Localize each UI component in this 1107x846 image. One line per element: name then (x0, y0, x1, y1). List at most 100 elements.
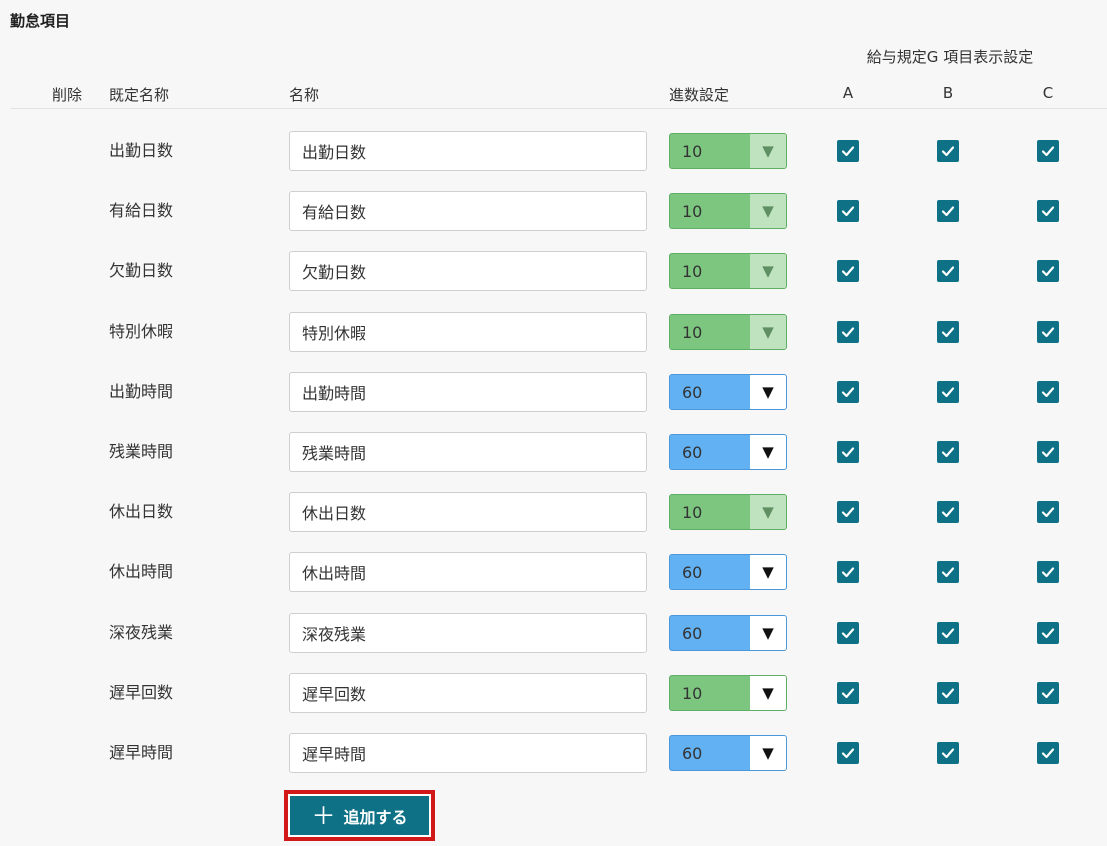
check-icon (1040, 324, 1056, 340)
col-head-default-name: 既定名称 (109, 86, 170, 104)
rounding-select[interactable]: 10 ▼ (669, 193, 787, 229)
checkbox-a[interactable] (837, 381, 859, 403)
check-icon (840, 625, 856, 641)
table-row: 有給日数 10 ▼ (0, 191, 1107, 231)
add-button-highlight: ＋ 追加する (284, 790, 435, 841)
table-row: 遅早回数 10 ▼ (0, 673, 1107, 713)
check-icon (840, 203, 856, 219)
default-name: 遅早時間 (109, 743, 174, 762)
name-input[interactable] (289, 673, 647, 713)
checkbox-c[interactable] (1037, 501, 1059, 523)
checkbox-a[interactable] (837, 622, 859, 644)
check-icon (1040, 263, 1056, 279)
name-input[interactable] (289, 372, 647, 412)
checkbox-c[interactable] (1037, 321, 1059, 343)
default-name: 出勤時間 (109, 382, 174, 401)
checkbox-b[interactable] (937, 140, 959, 162)
triangle-down-icon: ▼ (750, 315, 786, 349)
checkbox-a[interactable] (837, 742, 859, 764)
table-row: 遅早時間 60 ▼ (0, 733, 1107, 773)
rounding-value: 60 (682, 443, 703, 462)
add-button-label: 追加する (343, 807, 408, 827)
checkbox-c[interactable] (1037, 561, 1059, 583)
checkbox-b[interactable] (937, 200, 959, 222)
rounding-value: 60 (682, 744, 703, 763)
check-icon (940, 625, 956, 641)
checkbox-c[interactable] (1037, 260, 1059, 282)
name-input[interactable] (289, 733, 647, 773)
rounding-select[interactable]: 60 ▼ (669, 735, 787, 771)
check-icon (940, 143, 956, 159)
triangle-down-icon: ▼ (750, 676, 786, 710)
checkbox-b[interactable] (937, 321, 959, 343)
checkbox-a[interactable] (837, 140, 859, 162)
name-input[interactable] (289, 191, 647, 231)
rounding-select[interactable]: 10 ▼ (669, 133, 787, 169)
checkbox-b[interactable] (937, 682, 959, 704)
triangle-down-icon: ▼ (750, 555, 786, 589)
name-input[interactable] (289, 312, 647, 352)
checkbox-c[interactable] (1037, 441, 1059, 463)
rounding-value: 60 (682, 624, 703, 643)
checkbox-a[interactable] (837, 321, 859, 343)
checkbox-c[interactable] (1037, 381, 1059, 403)
checkbox-a[interactable] (837, 260, 859, 282)
col-head-rounding: 進数設定 (669, 86, 730, 104)
plus-icon: ＋ (311, 801, 336, 830)
default-name: 特別休暇 (109, 322, 174, 341)
checkbox-b[interactable] (937, 381, 959, 403)
table-row: 休出日数 10 ▼ (0, 492, 1107, 532)
triangle-down-icon: ▼ (750, 736, 786, 770)
rounding-select[interactable]: 10 ▼ (669, 494, 787, 530)
checkbox-c[interactable] (1037, 682, 1059, 704)
checkbox-b[interactable] (937, 260, 959, 282)
default-name: 残業時間 (109, 442, 174, 461)
table-row: 深夜残業 60 ▼ (0, 613, 1107, 653)
rounding-select[interactable]: 60 ▼ (669, 554, 787, 590)
checkbox-b[interactable] (937, 742, 959, 764)
rounding-select[interactable]: 10 ▼ (669, 314, 787, 350)
default-name: 休出時間 (109, 562, 174, 581)
check-icon (840, 745, 856, 761)
name-input[interactable] (289, 131, 647, 171)
col-head-a: A (842, 84, 854, 102)
checkbox-a[interactable] (837, 561, 859, 583)
rounding-select[interactable]: 10 ▼ (669, 253, 787, 289)
name-input[interactable] (289, 492, 647, 532)
triangle-down-icon: ▼ (750, 134, 786, 168)
check-icon (940, 384, 956, 400)
table-row: 特別休暇 10 ▼ (0, 312, 1107, 352)
checkbox-c[interactable] (1037, 742, 1059, 764)
name-input[interactable] (289, 613, 647, 653)
name-input[interactable] (289, 552, 647, 592)
check-icon (940, 203, 956, 219)
col-head-c: C (1042, 84, 1054, 102)
checkbox-b[interactable] (937, 561, 959, 583)
checkbox-a[interactable] (837, 441, 859, 463)
checkbox-c[interactable] (1037, 200, 1059, 222)
default-name: 深夜残業 (109, 623, 174, 642)
add-button[interactable]: ＋ 追加する (288, 794, 431, 837)
checkbox-b[interactable] (937, 501, 959, 523)
table-row: 休出時間 60 ▼ (0, 552, 1107, 592)
checkbox-a[interactable] (837, 200, 859, 222)
name-input[interactable] (289, 251, 647, 291)
name-input[interactable] (289, 432, 647, 472)
checkbox-a[interactable] (837, 682, 859, 704)
rounding-select[interactable]: 60 ▼ (669, 434, 787, 470)
checkbox-b[interactable] (937, 441, 959, 463)
rounding-select[interactable]: 60 ▼ (669, 374, 787, 410)
check-icon (940, 564, 956, 580)
checkbox-b[interactable] (937, 622, 959, 644)
check-icon (1040, 564, 1056, 580)
checkbox-c[interactable] (1037, 622, 1059, 644)
checkbox-a[interactable] (837, 501, 859, 523)
rounding-select[interactable]: 10 ▼ (669, 675, 787, 711)
rounding-select[interactable]: 60 ▼ (669, 615, 787, 651)
check-icon (840, 143, 856, 159)
checkbox-c[interactable] (1037, 140, 1059, 162)
rounding-value: 10 (682, 684, 703, 703)
check-icon (840, 504, 856, 520)
col-head-b: B (942, 84, 954, 102)
table-row: 出勤日数 10 ▼ (0, 131, 1107, 171)
